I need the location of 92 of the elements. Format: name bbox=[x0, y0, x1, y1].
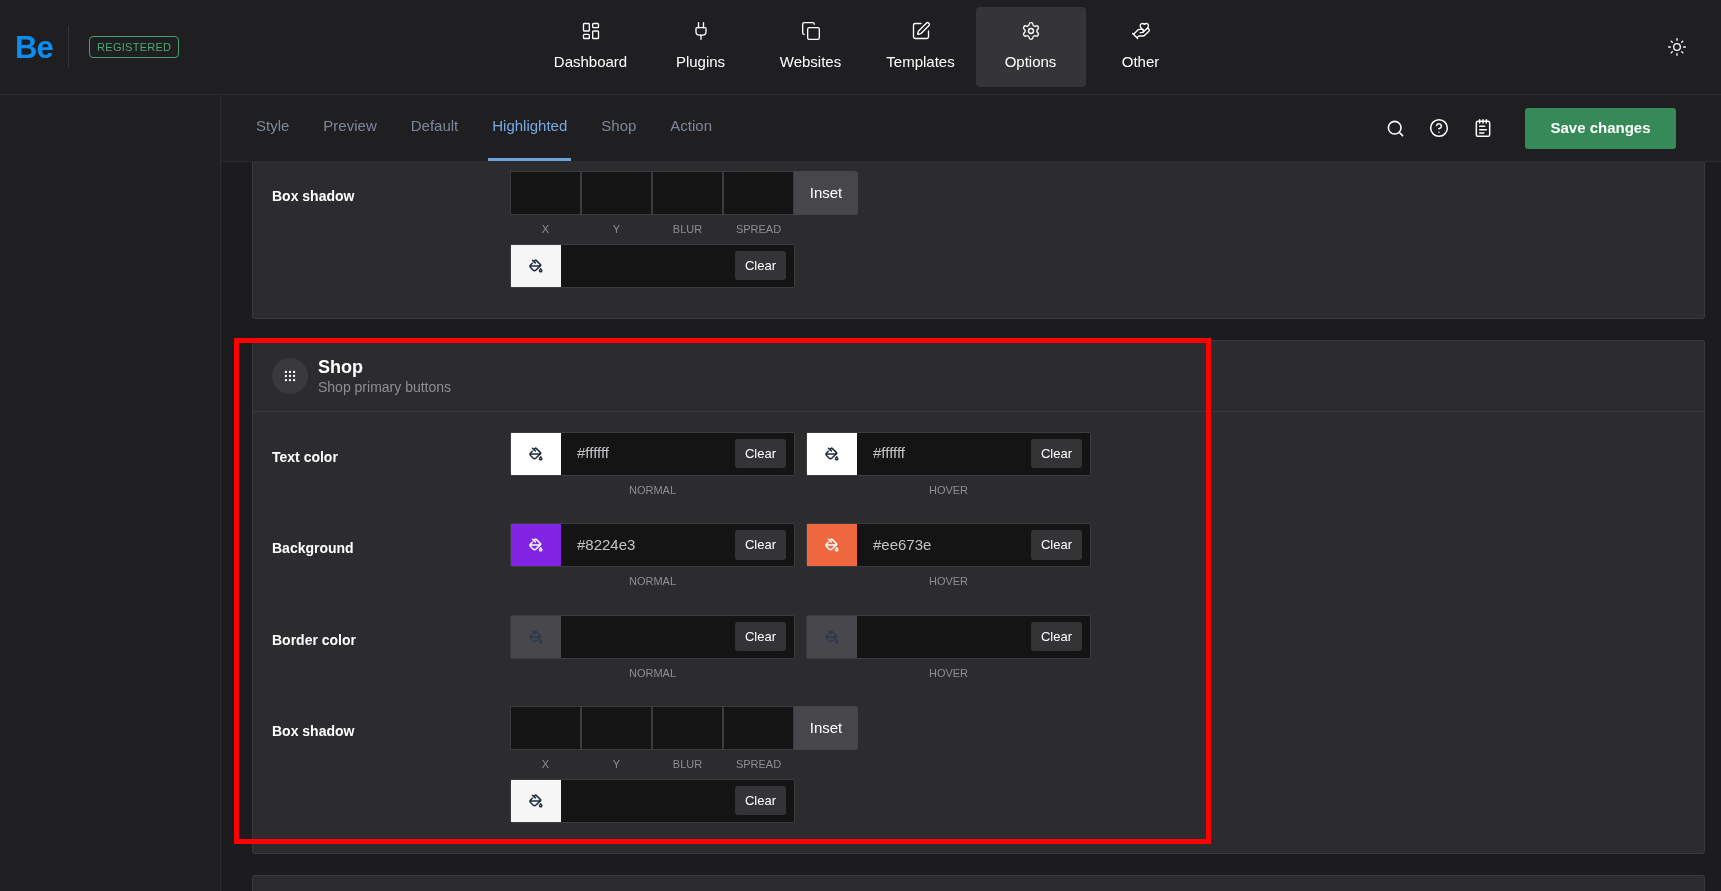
paint-bucket-icon bbox=[825, 629, 839, 644]
input-caption: X bbox=[541, 222, 550, 237]
shadow-input[interactable] bbox=[652, 171, 723, 215]
field-label: Text color bbox=[272, 448, 338, 465]
color-swatch[interactable] bbox=[807, 524, 857, 566]
inset-button[interactable]: Inset bbox=[794, 171, 858, 215]
input-caption: BLUR bbox=[672, 222, 703, 237]
help-icon[interactable] bbox=[1429, 118, 1449, 138]
color-field[interactable]: Clear bbox=[510, 614, 795, 659]
color-swatch[interactable] bbox=[511, 779, 561, 822]
clear-button[interactable]: Clear bbox=[1030, 621, 1082, 652]
dashboard-icon bbox=[580, 20, 601, 41]
color-value: #ee673e bbox=[873, 534, 932, 555]
nav-item[interactable]: Dashboard bbox=[535, 7, 646, 87]
paint-bucket-icon bbox=[529, 793, 543, 808]
color-swatch[interactable] bbox=[807, 432, 857, 475]
state-caption: HOVER bbox=[928, 574, 969, 589]
notes-icon[interactable] bbox=[1473, 118, 1493, 138]
color-field[interactable]: #ffffff Clear bbox=[510, 431, 795, 476]
clear-button[interactable]: Clear bbox=[734, 530, 786, 560]
theme-toggle-icon[interactable] bbox=[1667, 37, 1687, 57]
color-field[interactable]: #8224e3 Clear bbox=[510, 523, 795, 567]
color-field[interactable]: Clear bbox=[806, 614, 1091, 659]
tab[interactable]: Preview bbox=[319, 95, 381, 161]
paint-bucket-icon bbox=[529, 629, 543, 644]
color-field[interactable]: #ee673e Clear bbox=[806, 523, 1091, 567]
state-caption: HOVER bbox=[928, 665, 969, 681]
color-swatch[interactable] bbox=[511, 432, 561, 475]
section-subtitle: Shop primary buttons bbox=[318, 377, 452, 396]
color-field[interactable]: Clear bbox=[510, 778, 795, 823]
tab[interactable]: Default bbox=[406, 95, 463, 161]
paint-bucket-icon bbox=[529, 538, 543, 552]
clear-button[interactable]: Clear bbox=[1030, 530, 1082, 560]
logo[interactable]: Be bbox=[15, 31, 54, 63]
state-caption: NORMAL bbox=[628, 665, 677, 681]
shadow-input[interactable] bbox=[723, 706, 794, 750]
shadow-input[interactable] bbox=[652, 706, 723, 750]
color-swatch[interactable] bbox=[807, 615, 857, 658]
tab[interactable]: Style bbox=[252, 95, 294, 161]
state-caption: NORMAL bbox=[628, 574, 677, 589]
nav-item[interactable]: Options bbox=[975, 7, 1086, 87]
input-caption: SPREAD bbox=[735, 222, 782, 237]
section-title: Shop bbox=[318, 355, 364, 378]
person-hand-icon bbox=[1130, 20, 1151, 41]
shadow-input[interactable] bbox=[723, 171, 794, 215]
field-label: Background bbox=[272, 540, 354, 556]
clear-button[interactable]: Clear bbox=[734, 250, 786, 281]
save-button[interactable]: Save changes bbox=[1525, 107, 1676, 149]
tab[interactable]: Action bbox=[666, 95, 717, 161]
nav-item[interactable]: Websites bbox=[755, 7, 866, 87]
field-label: Box shadow bbox=[272, 188, 355, 204]
clear-button[interactable]: Clear bbox=[734, 621, 786, 652]
shadow-input[interactable] bbox=[510, 171, 581, 215]
clear-button[interactable]: Clear bbox=[1030, 438, 1082, 469]
state-caption: NORMAL bbox=[628, 482, 677, 498]
color-field[interactable]: Clear bbox=[510, 243, 795, 288]
input-caption: BLUR bbox=[672, 757, 703, 772]
input-caption: Y bbox=[612, 222, 621, 237]
clear-button[interactable]: Clear bbox=[734, 438, 786, 469]
color-swatch[interactable] bbox=[511, 615, 561, 658]
paint-bucket-icon bbox=[825, 446, 839, 461]
field-label: Box shadow bbox=[272, 723, 355, 739]
nav-item[interactable]: Plugins bbox=[645, 7, 756, 87]
input-caption: Y bbox=[612, 757, 621, 772]
input-caption: X bbox=[541, 757, 550, 772]
color-value: #ffffff bbox=[577, 443, 609, 464]
color-value: #ffffff bbox=[873, 443, 905, 464]
color-swatch[interactable] bbox=[511, 244, 561, 287]
paint-bucket-icon bbox=[825, 538, 839, 552]
settings-icon bbox=[1020, 20, 1041, 41]
input-caption: SPREAD bbox=[735, 757, 782, 772]
grip-icon bbox=[283, 368, 297, 383]
shadow-input[interactable] bbox=[581, 171, 652, 215]
stacked-pages-icon bbox=[800, 20, 821, 41]
drag-handle[interactable] bbox=[272, 357, 308, 394]
color-value: #8224e3 bbox=[577, 534, 636, 555]
shadow-input[interactable] bbox=[581, 706, 652, 750]
color-swatch[interactable] bbox=[511, 524, 561, 566]
field-label: Border color bbox=[272, 631, 356, 648]
paint-bucket-icon bbox=[529, 446, 543, 461]
clear-button[interactable]: Clear bbox=[734, 785, 786, 816]
paint-bucket-icon bbox=[529, 258, 543, 273]
search-icon[interactable] bbox=[1386, 118, 1405, 138]
inset-button[interactable]: Inset bbox=[794, 706, 858, 750]
nav-item[interactable]: Other bbox=[1085, 7, 1196, 87]
color-field[interactable]: #ffffff Clear bbox=[806, 431, 1091, 476]
nav-item[interactable]: Templates bbox=[865, 7, 976, 87]
state-caption: HOVER bbox=[928, 482, 969, 498]
shadow-input[interactable] bbox=[510, 706, 581, 750]
edit-icon bbox=[910, 20, 931, 41]
status-badge: REGISTERED bbox=[89, 35, 180, 59]
tab[interactable]: Shop bbox=[597, 95, 641, 161]
